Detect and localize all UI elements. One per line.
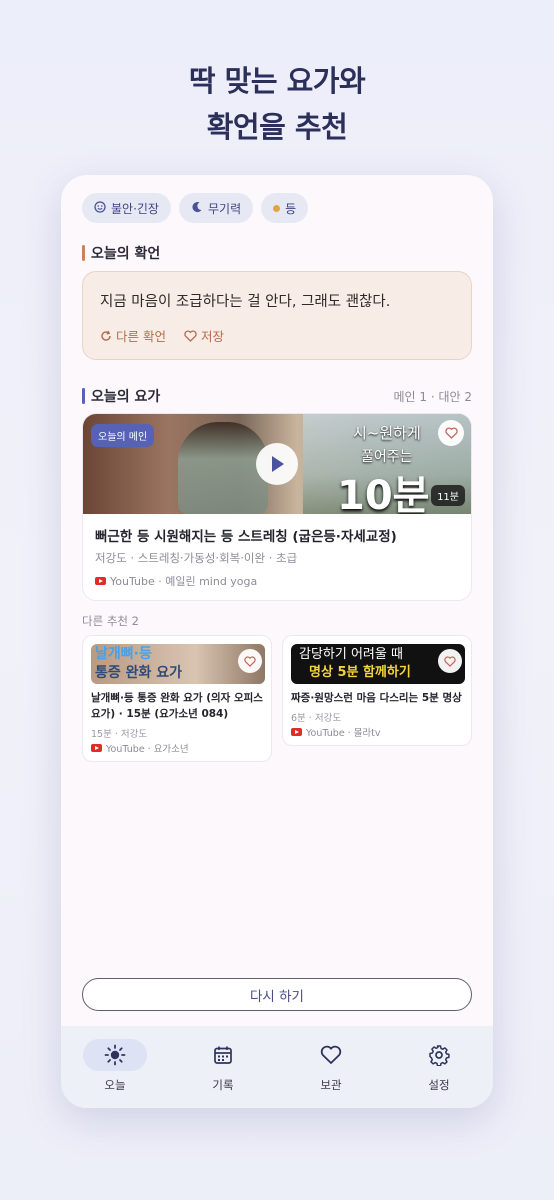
main-video-title: 뻐근한 등 시원해지는 등 스트레칭 (굽은등·자세교정) xyxy=(95,529,397,545)
nav-label: 보관 xyxy=(320,1078,342,1092)
save-video-button[interactable] xyxy=(438,420,464,446)
thumbnail-caption-2: 풀어주는 xyxy=(361,449,413,465)
chip-label: 무기력 xyxy=(207,201,242,216)
yoga-section-title: 오늘의 요가 xyxy=(82,386,160,406)
dot-icon xyxy=(273,204,281,212)
headline-line-1: 딱 맞는 요가와 xyxy=(188,64,366,98)
mood-chips: 불안·긴장 무기력 등 xyxy=(82,193,309,223)
play-button[interactable] xyxy=(256,443,298,485)
alt-video-card-1[interactable]: 날개뼈·등 통증 완화 요가 날개뼈·등 통증 완화 요가 (의자 오피스 요가… xyxy=(82,635,272,762)
main-video-source: YouTube · 예일린 mind yoga xyxy=(95,573,257,589)
alt-video-meta: 6분 · 저강도 xyxy=(291,713,342,724)
youtube-icon xyxy=(91,744,102,752)
heart-icon xyxy=(184,329,197,342)
alt-video-source: YouTube · 요가소년 xyxy=(91,741,189,755)
nav-icon-wrap xyxy=(407,1039,471,1071)
nav-tab-today[interactable]: 오늘 xyxy=(61,1026,169,1108)
heart-icon xyxy=(444,655,456,667)
section-bar xyxy=(82,388,85,404)
heart-icon xyxy=(444,427,458,439)
nav-label: 오늘 xyxy=(104,1078,126,1092)
calendar-icon xyxy=(214,1046,232,1064)
save-video-button[interactable] xyxy=(438,649,462,673)
alt-video-title: 날개뼈·등 통증 완화 요가 (의자 오피스 요가) · 15분 (요가소년 0… xyxy=(91,692,263,720)
section-title-text: 오늘의 요가 xyxy=(91,389,161,405)
smile-icon xyxy=(94,200,106,216)
chip-label: 불안·긴장 xyxy=(111,201,159,216)
nav-label: 설정 xyxy=(428,1078,450,1092)
duration-badge: 11분 xyxy=(431,485,465,506)
sun-icon xyxy=(104,1044,126,1066)
chip-label: 등 xyxy=(285,201,297,216)
main-video-thumbnail[interactable]: 오늘의 메인 시~원하게 풀어주는 10분 11분 xyxy=(83,414,471,514)
nav-label: 기록 xyxy=(212,1078,234,1092)
save-video-button[interactable] xyxy=(238,649,262,673)
gear-icon xyxy=(429,1045,450,1066)
nav-tab-records[interactable]: 기록 xyxy=(169,1026,277,1108)
headline: 딱 맞는 요가와 확언을 추천 xyxy=(0,58,554,150)
source-text: YouTube · 요가소년 xyxy=(106,744,189,755)
thumbnail-figure xyxy=(178,422,268,514)
chip-back[interactable]: 등 xyxy=(261,193,309,223)
nav-icon-wrap xyxy=(83,1039,147,1071)
affirmation-card: 지금 마음이 조급하다는 걸 안다, 그래도 괜찮다. 다른 확언 저장 xyxy=(82,271,472,360)
heart-icon xyxy=(320,1045,342,1065)
youtube-icon xyxy=(291,728,302,736)
phone-screen: 불안·긴장 무기력 등 오늘의 확언 지금 마음이 조급하다는 걸 안다, 그래… xyxy=(61,175,493,1108)
refresh-label: 다른 확언 xyxy=(116,329,166,344)
thumbnail-caption-big: 10분 xyxy=(337,473,430,514)
refresh-affirmation-button[interactable]: 다른 확언 xyxy=(100,326,166,345)
nav-icon-wrap xyxy=(299,1039,363,1071)
section-title-text: 오늘의 확언 xyxy=(91,246,161,262)
chip-anxiety[interactable]: 불안·긴장 xyxy=(82,193,171,223)
nav-icon-wrap xyxy=(191,1039,255,1071)
headline-line-2: 확언을 추천 xyxy=(206,110,348,144)
retry-button[interactable]: 다시 하기 xyxy=(82,978,472,1011)
thumbnail-caption-1: 날개뼈·등 xyxy=(95,646,152,662)
more-recommendations-label: 다른 추천 2 xyxy=(82,614,139,628)
alt-video-card-2[interactable]: 감당하기 어려울 때 명상 5분 함께하기 짜증·원망스런 마음 다스리는 5분… xyxy=(282,635,472,746)
play-icon xyxy=(272,456,284,472)
nav-tab-settings[interactable]: 설정 xyxy=(385,1026,493,1108)
affirmation-text: 지금 마음이 조급하다는 걸 안다, 그래도 괜찮다. xyxy=(100,294,391,310)
main-video-tags: 저강도 · 스트레칭·가동성·회복·이완 · 초급 xyxy=(95,551,298,565)
moon-icon xyxy=(191,201,203,216)
alt-video-source: YouTube · 몰라tv xyxy=(291,725,381,739)
save-label: 저장 xyxy=(200,329,224,344)
thumbnail-caption-2: 통증 완화 요가 xyxy=(95,665,183,681)
alt-video-title: 짜증·원망스런 마음 다스리는 5분 명상 xyxy=(291,692,462,704)
alt-video-thumbnail[interactable]: 감당하기 어려울 때 명상 5분 함께하기 xyxy=(291,644,465,684)
section-bar xyxy=(82,245,85,261)
refresh-icon xyxy=(101,330,111,341)
nav-tab-saved[interactable]: 보관 xyxy=(277,1026,385,1108)
affirmation-section-title: 오늘의 확언 xyxy=(82,243,160,263)
save-affirmation-button[interactable]: 저장 xyxy=(184,326,224,345)
source-text: YouTube · 예일린 mind yoga xyxy=(110,575,258,588)
bottom-nav: 오늘 기록 보관 설정 xyxy=(61,1026,493,1108)
yoga-count-meta: 메인 1 · 대안 2 xyxy=(393,390,472,404)
thumbnail-caption-1: 감당하기 어려울 때 xyxy=(299,647,403,662)
thumbnail-caption-1: 시~원하게 xyxy=(353,424,421,442)
source-text: YouTube · 몰라tv xyxy=(306,728,381,739)
heart-icon xyxy=(244,655,256,667)
main-badge: 오늘의 메인 xyxy=(91,424,155,447)
youtube-icon xyxy=(95,577,106,585)
alt-video-meta: 15분 · 저강도 xyxy=(91,729,148,740)
alt-video-thumbnail[interactable]: 날개뼈·등 통증 완화 요가 xyxy=(91,644,265,684)
chip-lethargy[interactable]: 무기력 xyxy=(178,193,254,223)
main-yoga-card[interactable]: 오늘의 메인 시~원하게 풀어주는 10분 11분 뻐근한 등 시원해지는 등 … xyxy=(82,413,472,601)
thumbnail-caption-2: 명상 5분 함께하기 xyxy=(309,665,411,680)
affirmation-actions: 다른 확언 저장 xyxy=(100,326,224,345)
